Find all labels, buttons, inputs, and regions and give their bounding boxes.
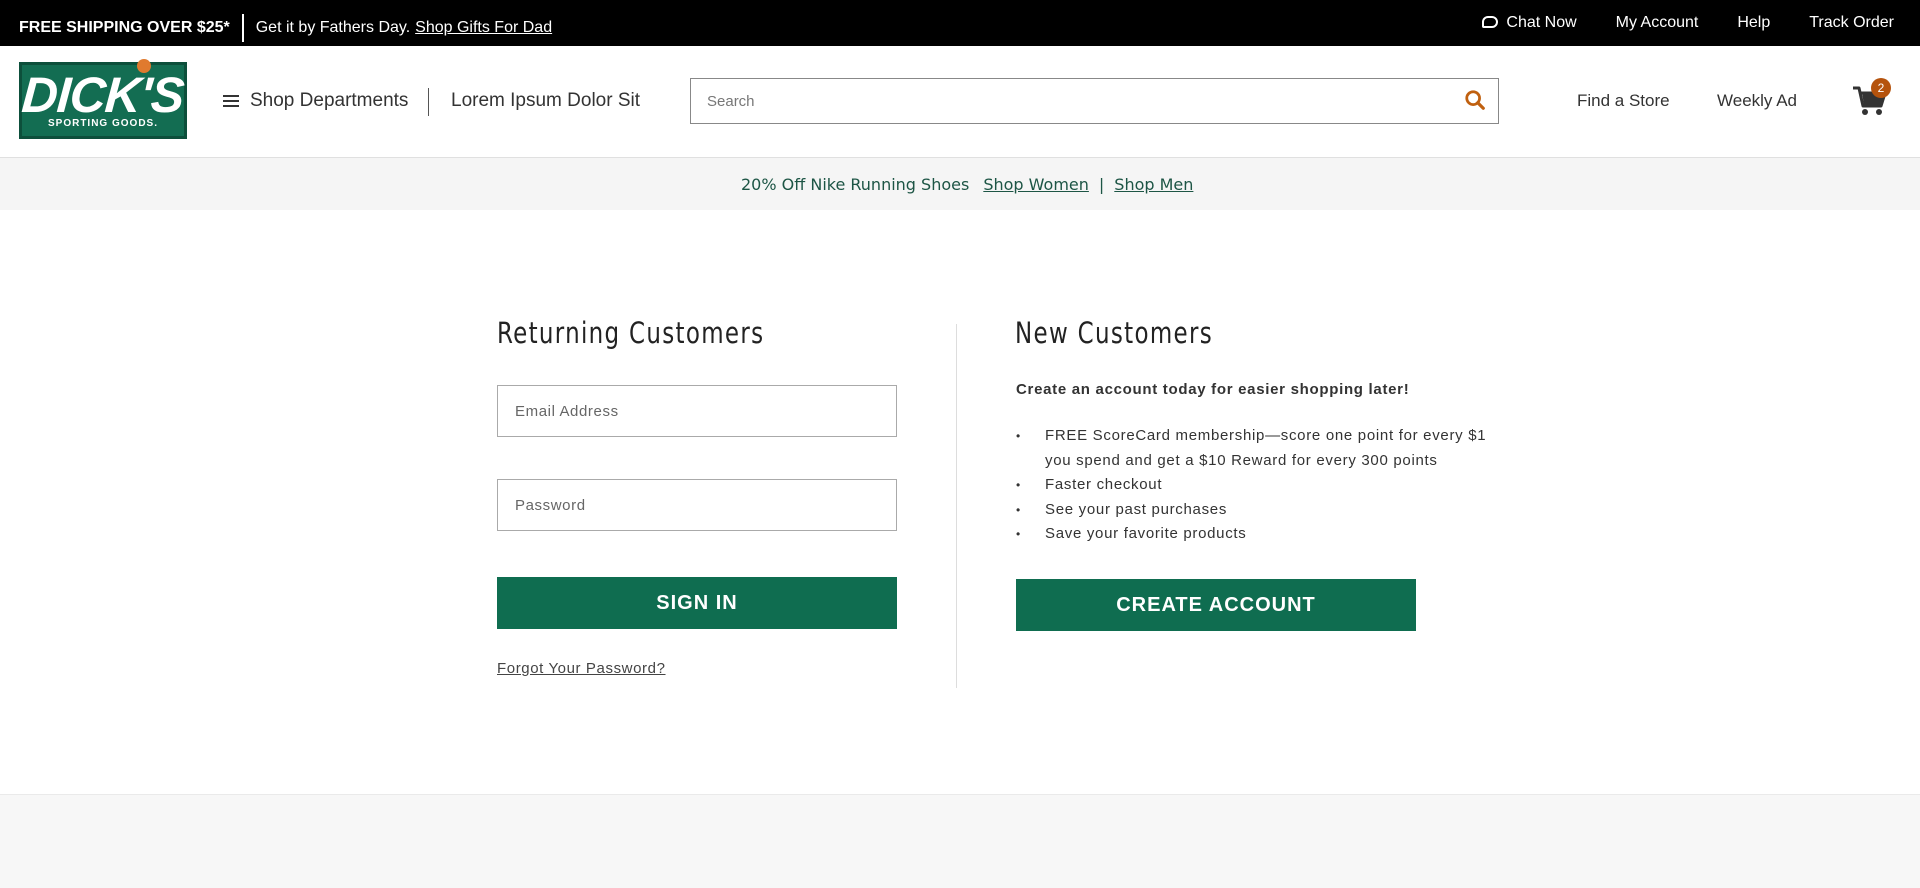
promo-strip-text: 20% Off Nike Running Shoes — [741, 175, 970, 194]
new-customers-subhead: Create an account today for easier shopp… — [1016, 381, 1410, 398]
shop-departments-label: Shop Departments — [250, 90, 409, 111]
dicks-logo[interactable]: DICK'S SPORTING GOODS. — [19, 59, 187, 139]
promo-strip-separator: | — [1098, 175, 1105, 194]
top-promo-bar: FREE SHIPPING OVER $25* Get it by Father… — [0, 0, 1920, 46]
utility-nav: Chat Now My Account Help Track Order — [1443, 14, 1894, 32]
find-a-store-link[interactable]: Find a Store — [1577, 91, 1670, 111]
chat-bubble-icon — [1482, 16, 1499, 28]
benefit-item: See your past purchases — [1016, 498, 1496, 523]
benefits-list: FREE ScoreCard membership—score one poin… — [1016, 424, 1496, 547]
header-divider — [428, 88, 429, 116]
my-account-link[interactable]: My Account — [1616, 14, 1699, 32]
fathers-day-text: Get it by Fathers Day. — [255, 19, 411, 36]
shipping-promo: FREE SHIPPING OVER $25* Get it by Father… — [19, 14, 552, 42]
search-icon[interactable] — [1464, 89, 1486, 111]
benefit-item: FREE ScoreCard membership—score one poin… — [1016, 424, 1496, 473]
returning-customers-title: Returning Customers — [497, 316, 765, 350]
shop-departments-button[interactable]: Shop Departments — [223, 90, 408, 112]
email-input[interactable] — [498, 386, 896, 436]
weekly-ad-link[interactable]: Weekly Ad — [1717, 91, 1797, 111]
shop-gifts-for-dad-link[interactable]: Shop Gifts For Dad — [415, 19, 552, 37]
search-input[interactable] — [707, 79, 1447, 123]
lorem-nav-link[interactable]: Lorem Ipsum Dolor Sit — [451, 90, 640, 112]
hamburger-icon — [223, 95, 239, 107]
footer-area — [0, 794, 1920, 888]
promo-strip: 20% Off Nike Running Shoes Shop Women | … — [0, 158, 1920, 210]
help-link[interactable]: Help — [1737, 14, 1770, 32]
chat-now-link[interactable]: Chat Now — [1482, 14, 1577, 32]
email-field — [497, 385, 897, 437]
sign-in-button[interactable]: SIGN IN — [497, 577, 897, 629]
create-account-button[interactable]: CREATE ACCOUNT — [1016, 579, 1416, 631]
forgot-password-link[interactable]: Forgot Your Password? — [497, 660, 666, 677]
column-divider — [956, 324, 957, 688]
password-input[interactable] — [498, 480, 896, 530]
password-field — [497, 479, 897, 531]
search-box — [690, 78, 1499, 124]
site-header: DICK'S SPORTING GOODS. Shop Departments … — [0, 46, 1920, 158]
cart-count-badge: 2 — [1871, 78, 1891, 98]
free-shipping-threshold: OVER $25* — [142, 19, 230, 36]
benefit-item: Save your favorite products — [1016, 522, 1496, 547]
topbar-divider — [241, 14, 244, 42]
shop-men-link[interactable]: Shop Men — [1114, 175, 1193, 194]
free-shipping-label: FREE SHIPPING — [19, 19, 143, 36]
benefit-item: Faster checkout — [1016, 473, 1496, 498]
track-order-link[interactable]: Track Order — [1809, 14, 1894, 32]
shop-women-link[interactable]: Shop Women — [983, 175, 1089, 194]
logo-wordmark: DICK'S — [20, 67, 186, 123]
new-customers-title: New Customers — [1015, 316, 1214, 350]
chat-now-label: Chat Now — [1506, 14, 1577, 31]
promo-strip-content: 20% Off Nike Running Shoes Shop Women | … — [741, 175, 1193, 194]
